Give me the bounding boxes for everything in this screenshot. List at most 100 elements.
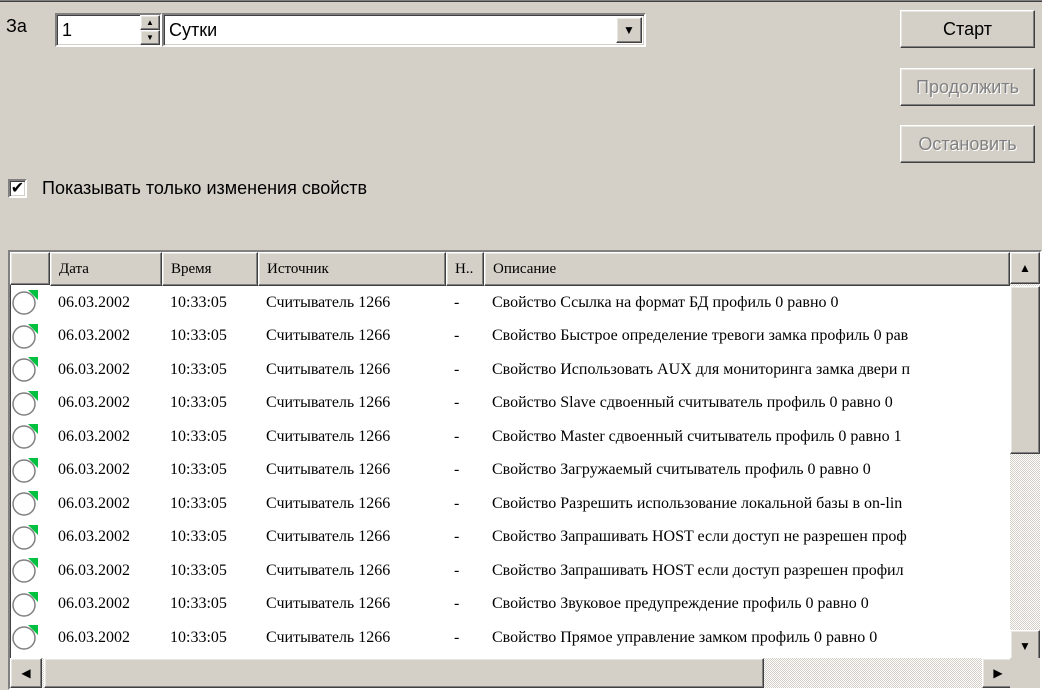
row-icon-cell: [10, 454, 50, 487]
event-list[interactable]: Дата Время Источник Н.. Описание 06.03.2002 1…: [8, 250, 1042, 690]
triangle-down-icon: ▼: [146, 32, 154, 42]
cell-time: 10:33:05: [170, 327, 227, 345]
start-button[interactable]: Старт: [900, 10, 1035, 48]
cell-time: 10:33:05: [170, 427, 227, 445]
table-row[interactable]: 06.03.2002 10:33:05 Считыватель 1266 - Свойс…: [10, 320, 1010, 354]
cell-description: Свойство Slave сдвоенный считыватель про…: [492, 394, 893, 412]
property-change-icon: [12, 390, 38, 416]
property-change-icon: [12, 591, 38, 617]
stop-button[interactable]: Остановить: [900, 125, 1035, 163]
cell-source: Считыватель 1266: [266, 461, 391, 479]
triangle-up-icon: ▲: [1019, 261, 1031, 275]
cell-source: Считыватель 1266: [266, 561, 391, 579]
cell-description: Свойство Запрашивать HOST если доступ ра…: [492, 561, 904, 579]
show-changes-only-label[interactable]: Показывать только изменения свойств: [42, 178, 367, 199]
cell-time: 10:33:05: [170, 561, 227, 579]
scroll-up-button[interactable]: ▲: [1010, 252, 1040, 284]
table-row[interactable]: 06.03.2002 10:33:05 Считыватель 1266 - Свойс…: [10, 387, 1010, 421]
list-body[interactable]: 06.03.2002 10:33:05 Считыватель 1266 - Свойс…: [10, 286, 1010, 662]
cell-source: Считыватель 1266: [266, 494, 391, 512]
row-icon-cell: [10, 588, 50, 621]
show-changes-only-option[interactable]: ✔ Показывать только изменения свойств: [8, 178, 367, 199]
cell-n: -: [454, 561, 460, 579]
cell-description: Свойство Звуковое предупреждение профиль…: [492, 595, 869, 613]
show-changes-only-checkbox[interactable]: ✔: [8, 179, 27, 198]
scroll-left-button[interactable]: ◀: [10, 658, 42, 688]
spinner-buttons: ▲ ▼: [140, 15, 160, 45]
period-unit-select[interactable]: Сутки ▼: [162, 13, 646, 47]
cell-n: -: [454, 494, 460, 512]
row-icon-cell: [10, 621, 50, 654]
cell-n: -: [454, 461, 460, 479]
cell-date: 06.03.2002: [58, 461, 130, 479]
triangle-down-icon: ▼: [1019, 639, 1031, 653]
chevron-down-icon: ▼: [623, 23, 635, 37]
cell-description: Свойство Быстрое определение тревоги зам…: [492, 327, 909, 345]
cell-n: -: [454, 327, 460, 345]
cell-date: 06.03.2002: [58, 427, 130, 445]
cell-source: Считыватель 1266: [266, 394, 391, 412]
cell-n: -: [454, 394, 460, 412]
property-change-icon: [12, 290, 38, 315]
property-change-icon: [12, 323, 38, 349]
cell-date: 06.03.2002: [58, 561, 130, 579]
cell-time: 10:33:05: [170, 461, 227, 479]
cell-n: -: [454, 293, 460, 311]
cell-n: -: [454, 628, 460, 646]
dropdown-button[interactable]: ▼: [616, 17, 642, 43]
table-row[interactable]: 06.03.2002 10:33:05 Считыватель 1266 - Свойс…: [10, 487, 1010, 521]
cell-source: Считыватель 1266: [266, 628, 391, 646]
cell-time: 10:33:05: [170, 595, 227, 613]
header-description[interactable]: Описание: [484, 252, 1010, 286]
cell-source: Считыватель 1266: [266, 595, 391, 613]
period-count-value[interactable]: 1: [62, 20, 72, 41]
scrollbar-corner: [1010, 658, 1040, 688]
property-change-icon: [12, 457, 38, 483]
header-source[interactable]: Источник: [258, 252, 446, 286]
checkmark-icon: ✔: [10, 179, 25, 197]
triangle-right-icon: ▶: [993, 666, 1003, 680]
row-icon-cell: [10, 387, 50, 420]
table-row[interactable]: 06.03.2002 10:33:05 Считыватель 1266 - Свойс…: [10, 286, 1010, 320]
window-top-border: [0, 0, 1042, 2]
vertical-scrollbar[interactable]: ▲ ▼: [1010, 252, 1040, 662]
header-icon-col[interactable]: [10, 252, 50, 285]
cell-source: Считыватель 1266: [266, 360, 391, 378]
cell-source: Считыватель 1266: [266, 427, 391, 445]
property-change-icon: [12, 625, 38, 650]
cell-time: 10:33:05: [170, 293, 227, 311]
cell-description: Свойство Master сдвоенный считыватель пр…: [492, 427, 902, 445]
row-icon-cell: [10, 554, 50, 587]
spinner-down-button[interactable]: ▼: [140, 30, 160, 45]
table-row[interactable]: 06.03.2002 10:33:05 Считыватель 1266 - Свойс…: [10, 554, 1010, 588]
header-n[interactable]: Н..: [446, 252, 484, 286]
spinner-up-button[interactable]: ▲: [140, 15, 160, 30]
table-row[interactable]: 06.03.2002 10:33:05 Считыватель 1266 - Свойс…: [10, 588, 1010, 622]
cell-date: 06.03.2002: [58, 327, 130, 345]
horizontal-scroll-thumb[interactable]: [44, 658, 764, 688]
table-row[interactable]: 06.03.2002 10:33:05 Считыватель 1266 - Свойс…: [10, 621, 1010, 655]
header-time[interactable]: Время: [162, 252, 258, 286]
triangle-left-icon: ◀: [21, 666, 31, 680]
cell-date: 06.03.2002: [58, 494, 130, 512]
list-header: Дата Время Источник Н.. Описание: [10, 252, 1010, 286]
horizontal-scrollbar[interactable]: ◀ ▶: [10, 658, 1014, 688]
row-icon-cell: [10, 286, 50, 319]
cell-source: Считыватель 1266: [266, 327, 391, 345]
header-date[interactable]: Дата: [50, 252, 162, 286]
property-change-icon: [12, 357, 38, 382]
cell-description: Свойство Запрашивать HOST если доступ не…: [492, 528, 907, 546]
table-row[interactable]: 06.03.2002 10:33:05 Считыватель 1266 - Свойс…: [10, 521, 1010, 555]
continue-button[interactable]: Продолжить: [900, 68, 1035, 106]
table-row[interactable]: 06.03.2002 10:33:05 Считыватель 1266 - Свойс…: [10, 454, 1010, 488]
cell-n: -: [454, 427, 460, 445]
table-row[interactable]: 06.03.2002 10:33:05 Считыватель 1266 - Свойс…: [10, 353, 1010, 387]
cell-n: -: [454, 528, 460, 546]
cell-description: Свойство Ссылка на формат БД профиль 0 р…: [492, 293, 839, 311]
period-count-spinner[interactable]: 1 ▲ ▼: [55, 13, 162, 47]
vertical-scroll-thumb[interactable]: [1010, 286, 1040, 454]
triangle-up-icon: ▲: [146, 17, 154, 27]
period-unit-value: Сутки: [169, 20, 218, 40]
table-row[interactable]: 06.03.2002 10:33:05 Считыватель 1266 - Свойс…: [10, 420, 1010, 454]
cell-date: 06.03.2002: [58, 360, 130, 378]
